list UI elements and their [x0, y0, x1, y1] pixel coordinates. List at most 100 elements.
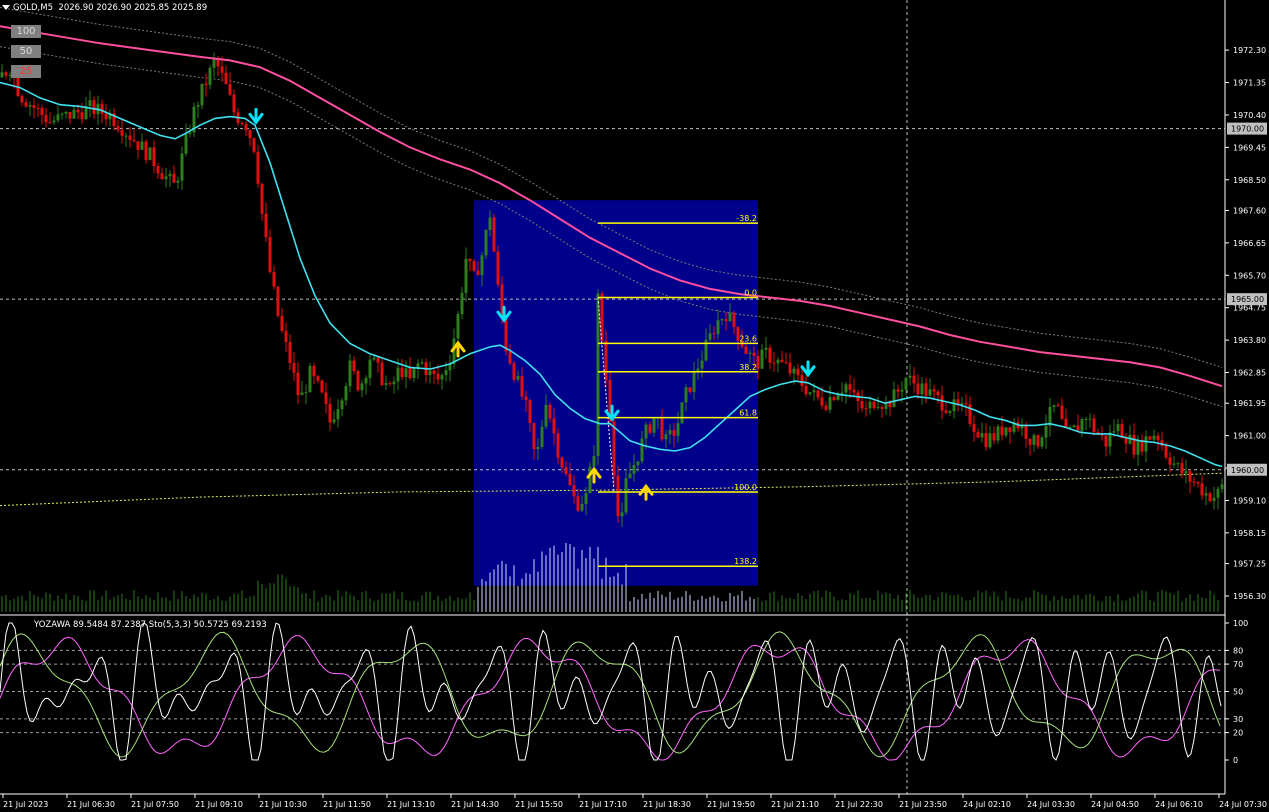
- candle-body: [604, 340, 608, 381]
- price-tick-label: 1967.60: [1233, 206, 1266, 215]
- candle-body: [1188, 471, 1192, 482]
- candle-body: [176, 180, 180, 183]
- candle-body: [204, 83, 208, 86]
- candle-body: [980, 433, 984, 438]
- candle-body: [464, 258, 468, 293]
- candle-body: [836, 395, 840, 401]
- candle-body: [904, 377, 908, 390]
- candle-body: [1184, 471, 1188, 474]
- candle-body: [572, 485, 576, 497]
- candle-body: [404, 368, 408, 377]
- candle-body: [1004, 427, 1008, 436]
- candle-body: [0, 72, 4, 78]
- candle-body: [744, 346, 748, 354]
- candle-body: [848, 384, 852, 390]
- menu-triangle-icon[interactable]: [2, 5, 10, 10]
- zoom-50-button[interactable]: 50: [11, 45, 41, 58]
- fib-level-label: -38.2: [736, 214, 757, 223]
- candle-body: [912, 375, 916, 384]
- candle-body: [276, 286, 280, 316]
- candle-body: [632, 464, 636, 474]
- candle-body: [184, 133, 188, 154]
- candle-body: [592, 456, 596, 467]
- candle-body: [320, 380, 324, 393]
- price-tick-label: 1968.50: [1233, 176, 1266, 185]
- candle-body: [892, 389, 896, 408]
- zoom-25-button[interactable]: 25: [11, 65, 41, 78]
- trading-chart[interactable]: -38.2 0.0 23.6 38.2 61.8 100.0 138.2 1972.30 19…: [0, 0, 1269, 812]
- candle-body: [260, 183, 264, 214]
- level-price-label: 1965.00: [1231, 295, 1264, 304]
- candle-body: [700, 360, 704, 369]
- candle-body: [268, 237, 272, 272]
- candle-body: [24, 102, 28, 107]
- price-tick-label: 1972.30: [1233, 46, 1266, 55]
- candle-body: [772, 362, 776, 364]
- osc-tick-label: 20: [1233, 729, 1243, 738]
- candle-body: [900, 389, 904, 392]
- candle-body: [760, 349, 764, 369]
- candle-body: [1132, 434, 1136, 455]
- candle-body: [684, 387, 688, 403]
- candle-body: [80, 112, 84, 120]
- candle-body: [908, 375, 912, 378]
- candle-body: [1216, 488, 1220, 498]
- candle-body: [168, 173, 172, 177]
- candle-body: [648, 424, 652, 433]
- candle-body: [944, 410, 948, 413]
- candle-body: [680, 402, 684, 424]
- time-tick-label: 21 Jul 09:10: [195, 800, 243, 809]
- candle-body: [796, 368, 800, 376]
- candle-body: [356, 371, 360, 391]
- price-tick-label: 1965.70: [1233, 271, 1266, 280]
- candle-body: [984, 433, 988, 448]
- candle-body: [644, 424, 648, 439]
- candle-body: [348, 360, 352, 387]
- candle-body: [1092, 418, 1096, 433]
- osc-tick-label: 0: [1233, 756, 1238, 765]
- candle-body: [1200, 483, 1204, 496]
- candle-body: [56, 114, 60, 121]
- candle-body: [1164, 445, 1168, 458]
- candle-body: [88, 100, 92, 107]
- candle-body: [996, 426, 1000, 441]
- candle-body: [228, 84, 232, 95]
- candle-body: [716, 320, 720, 334]
- price-tick-label: 1957.25: [1233, 560, 1266, 569]
- candle-body: [36, 107, 40, 109]
- candle-body: [44, 115, 48, 123]
- candle-body: [1088, 418, 1092, 420]
- candle-body: [820, 397, 824, 406]
- candle-body: [1084, 419, 1088, 421]
- candle-body: [352, 360, 356, 372]
- candle-body: [180, 153, 184, 181]
- candle-body: [776, 359, 780, 364]
- candle-body: [880, 407, 884, 409]
- candle-body: [1136, 439, 1140, 455]
- time-tick-label: 24 Jul 02:10: [963, 800, 1011, 809]
- candle-body: [1072, 425, 1076, 428]
- fib-level-label: 100.0: [734, 483, 757, 492]
- candle-body: [244, 124, 248, 131]
- candle-body: [664, 434, 668, 440]
- candle-body: [124, 135, 128, 137]
- candle-body: [392, 381, 396, 385]
- price-tick-label: 1961.95: [1233, 399, 1266, 408]
- time-tick-label: 21 Jul 18:30: [643, 800, 691, 809]
- candle-body: [444, 370, 448, 376]
- zoom-100-button[interactable]: 100: [11, 25, 41, 38]
- candle-body: [916, 383, 920, 395]
- candle-body: [556, 433, 560, 458]
- candle-body: [152, 147, 156, 167]
- candle-body: [140, 141, 144, 150]
- analysis-rectangle[interactable]: [474, 200, 758, 586]
- candle-body: [1172, 463, 1176, 465]
- candle-body: [532, 423, 536, 450]
- candle-body: [400, 367, 404, 377]
- candle-body: [1124, 438, 1128, 444]
- candle-body: [544, 404, 548, 427]
- candle-body: [712, 333, 716, 335]
- candle-body: [728, 312, 732, 322]
- price-tick-label: 1961.00: [1233, 432, 1266, 441]
- candle-body: [60, 113, 64, 115]
